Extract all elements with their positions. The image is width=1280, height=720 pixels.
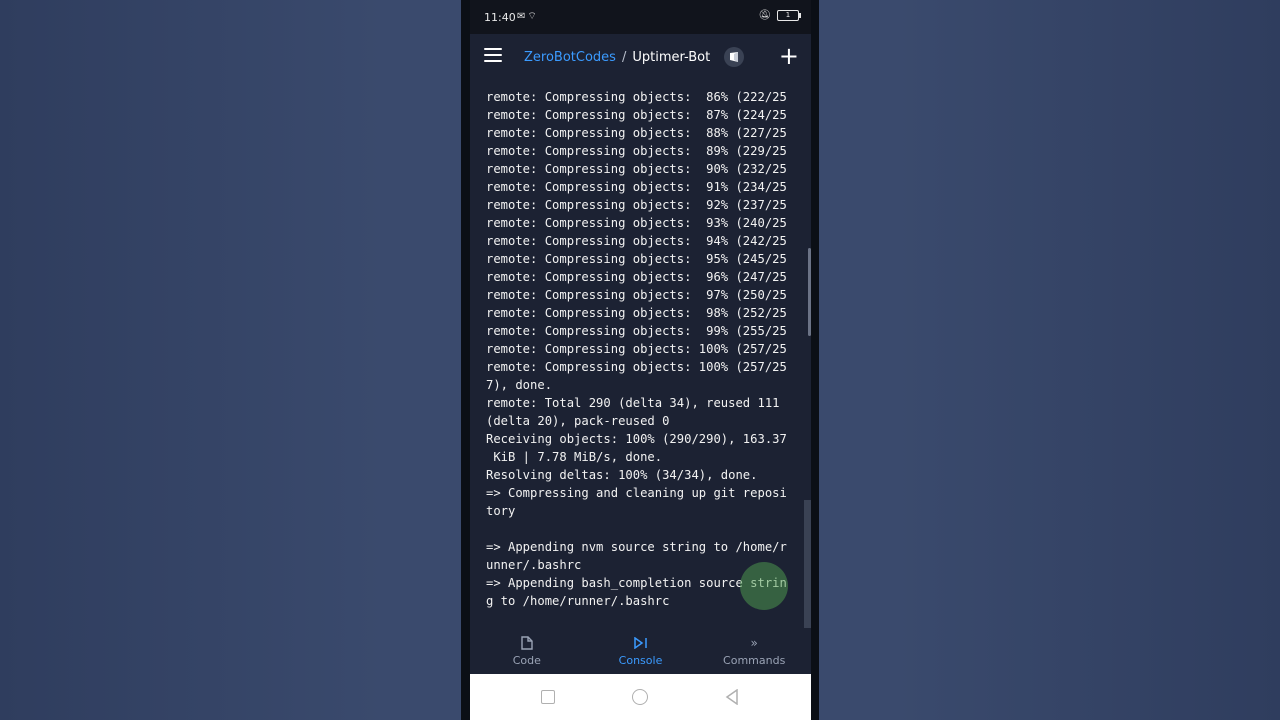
nav-tab-commands[interactable]: » Commands — [697, 628, 811, 674]
mail-icon: ✉ — [517, 11, 528, 22]
nav-label-commands: Commands — [723, 653, 786, 667]
console-line: remote: Compressing objects: 91% (234/25 — [486, 180, 787, 194]
console-line: remote: Compressing objects: 96% (247/25 — [486, 270, 787, 284]
console-line: remote: Compressing objects: 93% (240/25 — [486, 216, 787, 230]
console-line: remote: Compressing objects: 97% (250/25 — [486, 288, 787, 302]
home-button[interactable] — [632, 689, 648, 705]
console-line: remote: Compressing objects: 88% (227/25 — [486, 126, 787, 140]
breadcrumb-repl-name[interactable]: Uptimer-Bot — [632, 50, 710, 65]
wifi-icon: ⌔ — [527, 11, 539, 22]
breadcrumb-owner[interactable]: ZeroBotCodes — [524, 50, 616, 65]
console-line: => Appending nvm source string to /home/… — [486, 540, 787, 554]
recent-apps-button[interactable] — [541, 690, 555, 704]
console-line: remote: Total 290 (delta 34), reused 111 — [486, 396, 780, 410]
status-right: 🔕︎ 1 — [758, 10, 801, 21]
console-line: remote: Compressing objects: 87% (224/25 — [486, 108, 787, 122]
console-line: remote: Compressing objects: 86% (222/25 — [486, 90, 787, 104]
status-bar: 11:40 ✉⌔ 🔕︎ 1 — [470, 0, 811, 34]
console-line: => Compressing and cleaning up git repos… — [486, 486, 787, 500]
console-line: remote: Compressing objects: 98% (252/25 — [486, 306, 787, 320]
repl-language-icon[interactable] — [724, 47, 745, 67]
nav-tab-code[interactable]: Code — [470, 628, 584, 674]
console-line: remote: Compressing objects: 92% (237/25 — [486, 198, 787, 212]
console-scrollbar-track[interactable] — [804, 500, 811, 628]
notification-icons: ✉⌔ — [517, 10, 539, 23]
touch-indicator — [740, 562, 788, 610]
chevrons-right-icon: » — [750, 635, 758, 650]
console-line: Resolving deltas: 100% (34/34), done. — [486, 468, 758, 482]
nav-label-console: Console — [618, 653, 663, 667]
bottom-nav: Code Console » Commands — [470, 628, 811, 674]
console-output[interactable]: remote: Compressing objects: 86% (222/25… — [486, 88, 804, 628]
status-time: 11:40 — [484, 11, 516, 24]
hamburger-menu-icon[interactable] — [484, 48, 502, 62]
breadcrumb: ZeroBotCodes / Uptimer-Bot — [524, 47, 745, 67]
phone-screen: 11:40 ✉⌔ 🔕︎ 1 ZeroBotCodes / Uptimer-Bot — [470, 0, 811, 720]
console-line: (delta 20), pack-reused 0 — [486, 414, 670, 428]
back-button[interactable] — [725, 688, 739, 709]
console-line: tory — [486, 504, 516, 518]
file-icon — [520, 635, 534, 650]
nav-tab-console[interactable]: Console — [584, 628, 698, 674]
console-line: remote: Compressing objects: 95% (245/25 — [486, 252, 787, 266]
console-line: remote: Compressing objects: 100% (257/2… — [486, 342, 787, 356]
console-icon — [633, 636, 648, 650]
battery-icon: 1 — [777, 10, 801, 21]
console-line: KiB | 7.78 MiB/s, done. — [486, 450, 663, 464]
breadcrumb-separator: / — [621, 49, 627, 65]
console-scrollbar-thumb[interactable] — [808, 248, 811, 336]
add-icon[interactable]: + — [779, 44, 799, 68]
nav-label-code: Code — [512, 653, 541, 667]
console-line: remote: Compressing objects: 99% (255/25 — [486, 324, 787, 338]
phone-frame: 11:40 ✉⌔ 🔕︎ 1 ZeroBotCodes / Uptimer-Bot — [461, 0, 819, 720]
console-line: remote: Compressing objects: 94% (242/25 — [486, 234, 787, 248]
mute-icon: 🔕︎ — [758, 10, 771, 21]
console-line: remote: Compressing objects: 90% (232/25 — [486, 162, 787, 176]
android-nav-bar — [470, 674, 811, 720]
console-line: 7), done. — [486, 378, 553, 392]
battery-level: 1 — [785, 11, 791, 19]
console-line: Receiving objects: 100% (290/290), 163.3… — [486, 432, 787, 446]
console-line: remote: Compressing objects: 89% (229/25 — [486, 144, 787, 158]
console-line: remote: Compressing objects: 100% (257/2… — [486, 360, 787, 374]
app-header: ZeroBotCodes / Uptimer-Bot + — [470, 34, 811, 80]
